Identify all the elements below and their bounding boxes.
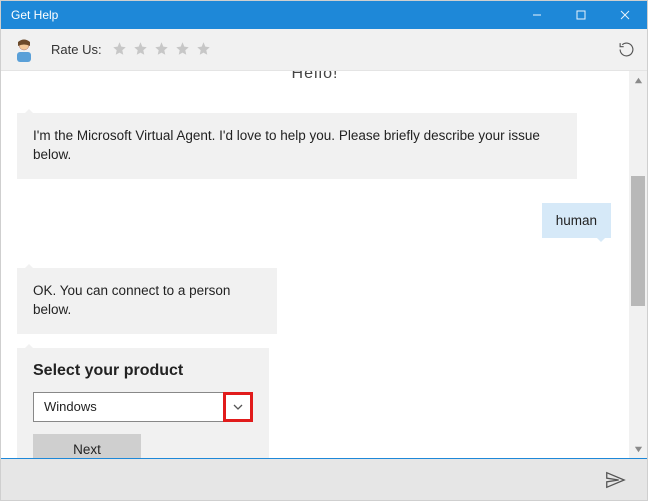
header-bar: Rate Us: [1, 29, 647, 71]
chat-area: Hello! I'm the Microsoft Virtual Agent. … [1, 71, 647, 458]
agent-avatar-icon [11, 37, 37, 63]
greeting-text: Hello! [17, 71, 613, 83]
product-select-panel: Select your product Windows Next [17, 348, 269, 458]
send-button[interactable] [601, 466, 629, 494]
bot-message-text: I'm the Microsoft Virtual Agent. I'd lov… [33, 128, 540, 162]
product-select-value: Windows [44, 399, 97, 414]
product-select[interactable]: Windows [33, 392, 224, 422]
panel-title: Select your product [33, 362, 253, 380]
scroll-down-icon[interactable] [629, 440, 647, 458]
message-input[interactable] [15, 459, 601, 500]
star-icon[interactable] [154, 41, 169, 59]
scroll-up-icon[interactable] [629, 71, 647, 89]
bot-message: OK. You can connect to a person below. [17, 268, 277, 334]
rating-stars[interactable] [112, 41, 211, 59]
window-controls [515, 1, 647, 29]
scrollbar-thumb[interactable] [631, 176, 645, 306]
next-button[interactable]: Next [33, 434, 141, 458]
maximize-button[interactable] [559, 1, 603, 29]
bot-message-text: OK. You can connect to a person below. [33, 283, 230, 317]
close-button[interactable] [603, 1, 647, 29]
bot-message: I'm the Microsoft Virtual Agent. I'd lov… [17, 113, 577, 179]
user-message: human [542, 203, 611, 238]
chevron-down-icon [232, 401, 244, 413]
rate-us-label: Rate Us: [51, 42, 102, 57]
scrollbar[interactable] [629, 71, 647, 458]
chat-scroll-viewport: Hello! I'm the Microsoft Virtual Agent. … [1, 71, 629, 458]
title-bar: Get Help [1, 1, 647, 29]
refresh-button[interactable] [615, 39, 637, 61]
minimize-button[interactable] [515, 1, 559, 29]
message-input-bar [1, 458, 647, 500]
user-message-text: human [556, 213, 597, 228]
product-select-caret[interactable] [223, 392, 253, 422]
star-icon[interactable] [133, 41, 148, 59]
window-title: Get Help [11, 8, 515, 22]
star-icon[interactable] [175, 41, 190, 59]
star-icon[interactable] [196, 41, 211, 59]
star-icon[interactable] [112, 41, 127, 59]
next-button-label: Next [73, 442, 101, 457]
send-icon [604, 469, 626, 491]
